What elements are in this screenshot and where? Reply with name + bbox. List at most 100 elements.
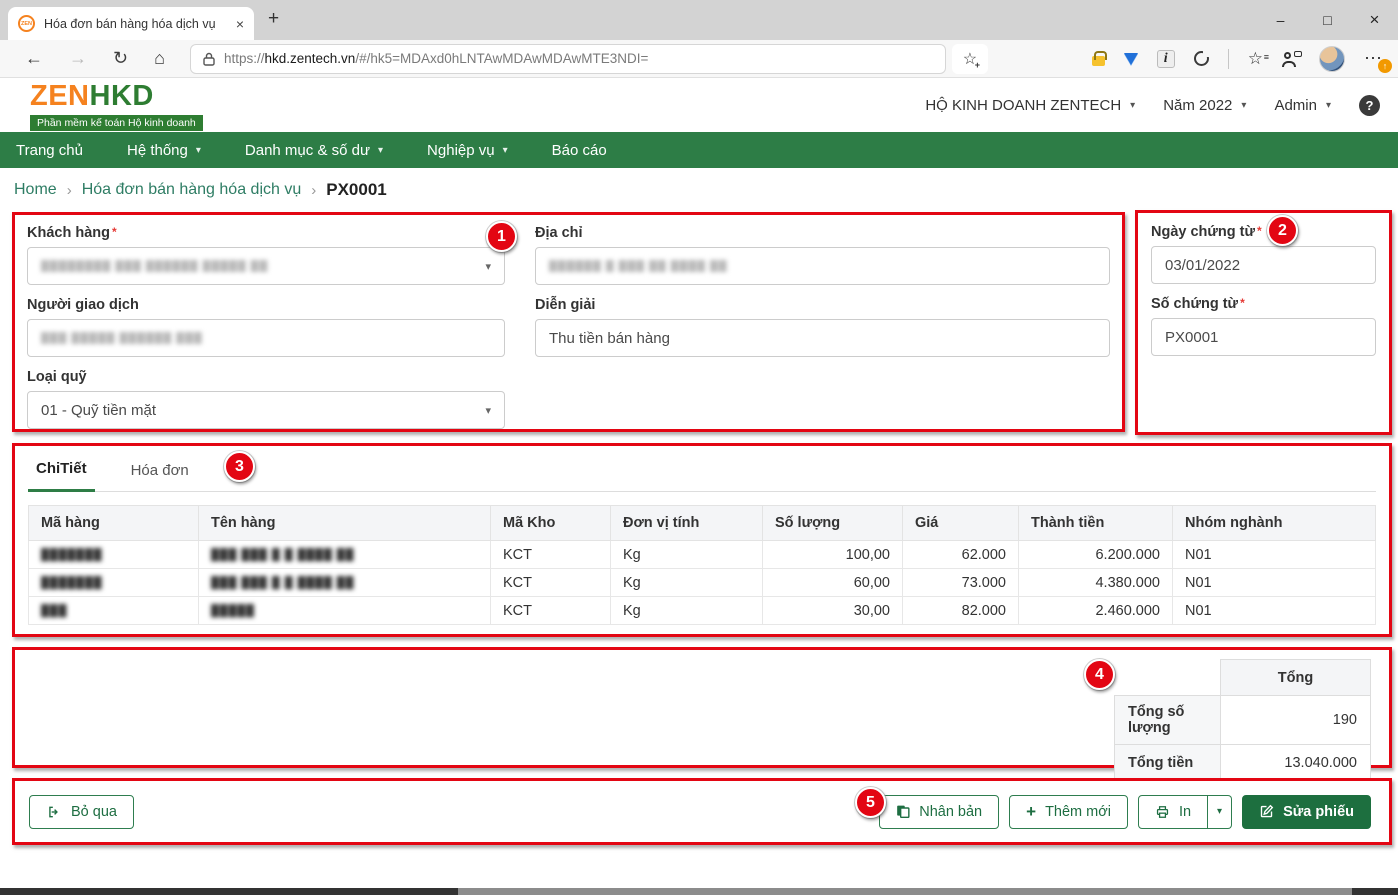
in-split-button: In ▾ [1138,795,1232,829]
close-button[interactable]: × [1351,0,1398,40]
form-section-general: Khách hàng* ████████ ███ ██████ █████ ██… [12,212,1125,432]
help-icon[interactable]: ? [1359,95,1380,116]
totals-col-header: Tổng [1221,660,1371,696]
cell-nhom-nganh: N01 [1173,569,1376,597]
logo-hkd: HKD [90,80,154,112]
totals-section: Tổng Tổng số lượng 190 Tổng tiền 13.040.… [12,647,1392,768]
nav-item-nghiep-vu[interactable]: Nghiệp vụ▾ [427,142,508,159]
annotation-badge-1: 1 [486,221,517,252]
printer-icon [1155,805,1170,819]
form-section-document: Ngày chứng từ* 03/01/2022 Số chứng từ* P… [1135,210,1392,435]
main-nav: Trang chủ Hệ thống▾ Danh mục & số dư▾ Ng… [0,132,1398,168]
chevron-down-icon: ▾ [378,145,383,156]
col-header: Đơn vị tính [611,506,763,541]
extensions-icon[interactable] [1194,51,1209,66]
nguoi-giao-dich-input[interactable]: ███ █████ ██████ ███ [27,319,505,357]
cell-dvt: Kg [611,597,763,625]
required-mark: * [1257,224,1262,238]
add-favorite-button[interactable]: ☆+ [952,44,988,74]
password-extension-icon[interactable] [1092,56,1105,66]
bo-qua-button[interactable]: Bỏ qua [29,795,134,829]
reload-icon[interactable]: ↻ [113,48,128,69]
new-tab-button[interactable]: + [268,8,279,30]
cell-thanh-tien: 2.460.000 [1019,597,1173,625]
back-icon[interactable]: ← [25,48,43,69]
tab-close-icon[interactable]: × [236,16,244,32]
annotation-badge-4: 4 [1084,659,1115,690]
dia-chi-input[interactable]: ██████ █ ███ ██ ████ ██ [535,247,1110,285]
breadcrumb-home-link[interactable]: Home [14,181,57,199]
tab-hoa-don[interactable]: Hóa đơn [123,450,197,491]
logo-zen: ZEN [30,80,90,112]
field-label: Người giao dịch [27,297,505,313]
edit-icon [1259,804,1274,819]
year-dropdown[interactable]: Năm 2022▾ [1163,97,1246,114]
copy-icon [896,804,910,819]
feedback-icon[interactable] [1282,51,1300,67]
col-header: Nhóm nghành [1173,506,1376,541]
site-favicon-icon: ZEN [18,15,35,32]
app-logo[interactable]: ZENHKD Phần mềm kế toán Hộ kinh doanh [30,80,203,131]
table-row[interactable]: ███████ ███ ███ █ █ ████ ██ KCT Kg 100,0… [29,541,1376,569]
table-row[interactable]: ███ █████ KCT Kg 30,00 82.000 2.460.000 … [29,597,1376,625]
forward-icon: → [69,48,87,69]
so-chung-tu-input[interactable]: PX0001 [1151,318,1376,356]
khach-hang-select[interactable]: ████████ ███ ██████ █████ ██▾ [27,247,505,285]
ngay-chung-tu-input[interactable]: 03/01/2022 [1151,246,1376,284]
funnel-extension-icon[interactable] [1124,53,1138,65]
favorites-hub-icon[interactable]: ☆≡ [1248,49,1263,69]
nav-item-danh-muc-so-du[interactable]: Danh mục & số dư▾ [245,142,383,159]
chevron-down-icon: ▾ [485,404,491,417]
required-mark: * [1240,296,1245,310]
in-button[interactable]: In [1138,795,1208,829]
cell-nhom-nganh: N01 [1173,541,1376,569]
lock-icon [203,52,215,66]
info-extension-icon[interactable]: i [1157,50,1175,68]
nav-item-trang-chu[interactable]: Trang chủ [16,142,83,159]
nav-item-he-thong[interactable]: Hệ thống▾ [127,142,201,159]
totals-label: Tổng tiền [1115,745,1221,781]
nhan-ban-button[interactable]: Nhân bản [879,795,999,829]
company-dropdown[interactable]: HỘ KINH DOANH ZENTECH▾ [925,97,1135,114]
maximize-button[interactable]: □ [1304,0,1351,40]
profile-avatar[interactable] [1319,46,1345,72]
chevron-down-icon: ▾ [1130,100,1135,111]
user-dropdown[interactable]: Admin▾ [1274,97,1331,114]
col-header: Thành tiền [1019,506,1173,541]
window-controls: – □ × [1257,0,1398,40]
bottom-scrollbar-thumb[interactable] [458,888,1352,895]
plus-icon: + [1026,803,1036,820]
field-label: Địa chỉ [535,225,1110,241]
totals-value: 13.040.000 [1221,745,1371,781]
cell-so-luong: 100,00 [763,541,903,569]
minimize-button[interactable]: – [1257,0,1304,40]
home-icon[interactable]: ⌂ [154,48,165,69]
cell-ma-hang: ███ [29,597,199,625]
breadcrumb-page-link[interactable]: Hóa đơn bán hàng hóa dịch vụ [82,181,302,199]
totals-table: Tổng Tổng số lượng 190 Tổng tiền 13.040.… [1114,659,1371,781]
tab-chi-tiet[interactable]: ChiTiết [28,448,95,492]
field-label: Ngày chứng từ* [1151,224,1376,240]
browser-tab[interactable]: ZEN Hóa đơn bán hàng hóa dịch vụ × [8,7,254,40]
in-dropdown-button[interactable]: ▾ [1208,795,1232,829]
sua-phieu-button[interactable]: Sửa phiếu [1242,795,1371,829]
cell-ten-hang: ███ ███ █ █ ████ ██ [199,541,491,569]
dien-giai-input[interactable]: Thu tiền bán hàng [535,319,1110,357]
cell-ten-hang: █████ [199,597,491,625]
browser-toolbar: ← → ↻ ⌂ https://hkd.zentech.vn/#/hk5=MDA… [0,40,1398,78]
browser-menu-icon[interactable]: ⋯↑ [1364,48,1386,69]
address-bar[interactable]: https://hkd.zentech.vn/#/hk5=MDAxd0hLNTA… [190,44,946,74]
toolbar-divider [1228,49,1229,69]
cell-gia: 62.000 [903,541,1019,569]
nav-item-bao-cao[interactable]: Báo cáo [552,142,607,159]
chevron-down-icon: ▾ [196,145,201,156]
cell-ten-hang: ███ ███ █ █ ████ ██ [199,569,491,597]
cell-ma-kho: KCT [491,541,611,569]
cell-dvt: Kg [611,569,763,597]
col-header: Mã Kho [491,506,611,541]
them-moi-button[interactable]: + Thêm mới [1009,795,1128,829]
table-row[interactable]: ███████ ███ ███ █ █ ████ ██ KCT Kg 60,00… [29,569,1376,597]
url-text: https://hkd.zentech.vn/#/hk5=MDAxd0hLNTA… [224,51,648,66]
loai-quy-select[interactable]: 01 - Quỹ tiền mặt▾ [27,391,505,429]
chevron-down-icon: ▾ [1217,806,1222,817]
